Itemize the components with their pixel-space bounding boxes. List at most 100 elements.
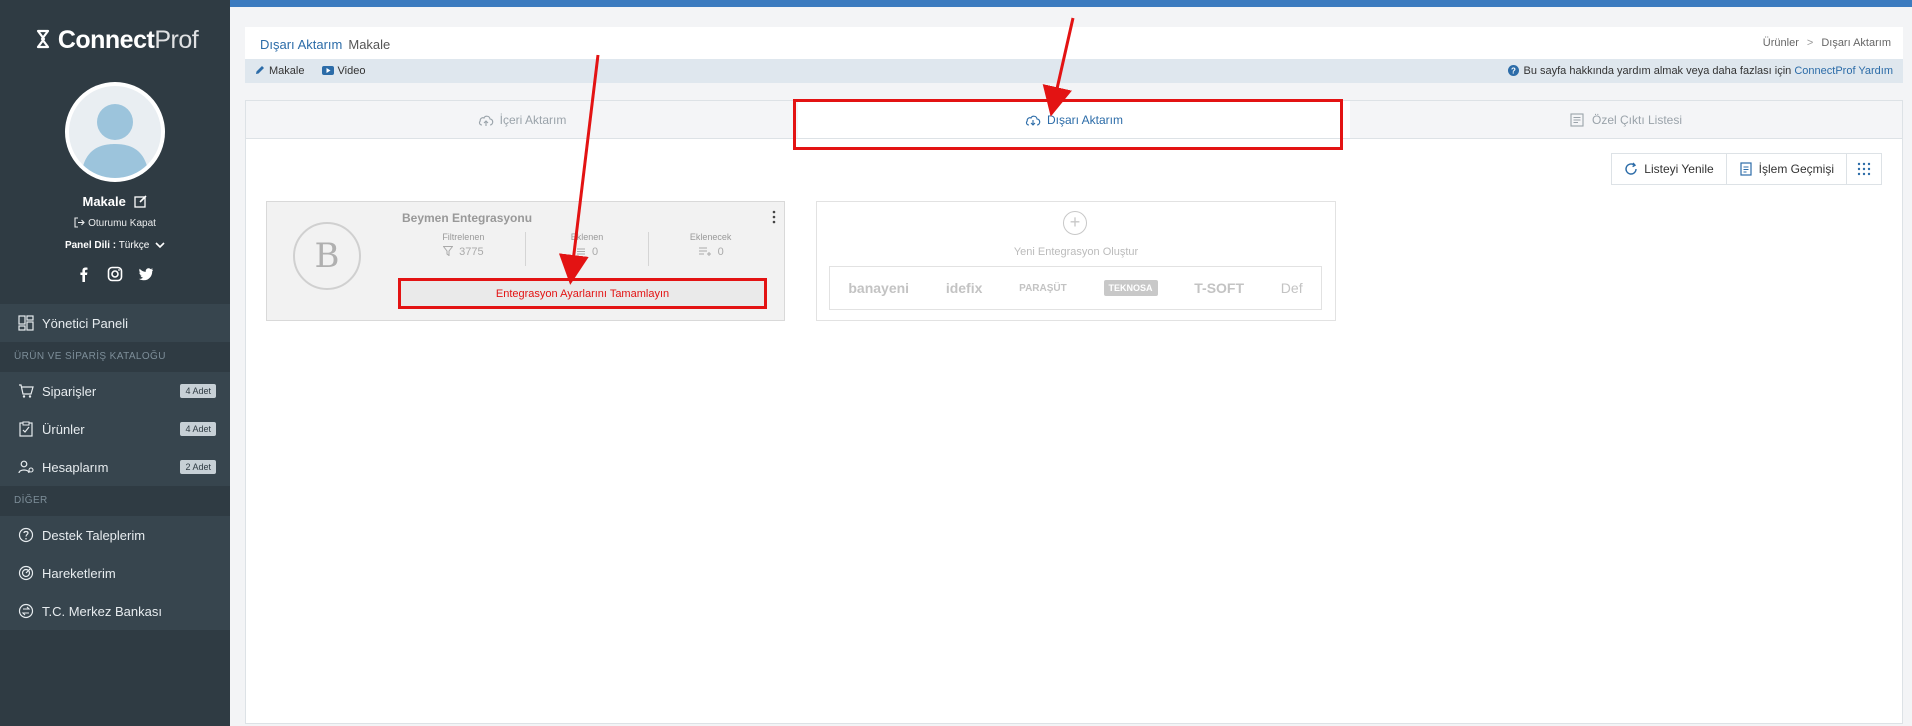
accounts-icon — [18, 459, 34, 475]
sidebar-item-movements[interactable]: Hareketlerim — [0, 554, 230, 592]
stat-label: Filtrelenen — [442, 232, 485, 242]
breadcrumb: Ürünler > Dışarı Aktarım — [1763, 37, 1891, 49]
marketplace-logo: T-SOFT — [1194, 280, 1245, 296]
stat-label: Eklenecek — [689, 232, 732, 242]
logout-link[interactable]: Oturumu Kapat — [0, 217, 230, 231]
sidebar-item-accounts[interactable]: Hesaplarım 2 Adet — [0, 448, 230, 486]
brand-bold: Connect — [57, 26, 155, 54]
stat-value: 0 — [717, 246, 724, 258]
grid-menu-button[interactable] — [1847, 154, 1881, 184]
article-link[interactable]: Makale — [255, 65, 308, 77]
brand-logo[interactable]: ConnectProf — [0, 26, 230, 58]
breadcrumb-products[interactable]: Ürünler — [1763, 37, 1799, 49]
integration-logo: B — [293, 222, 361, 290]
svg-text:?: ? — [1512, 66, 1517, 75]
sidebar-item-label: Destek Taleplerim — [42, 527, 146, 543]
panel-language-select[interactable]: Panel Dili : Türkçe — [0, 240, 230, 252]
panel-lang-value: Türkçe — [118, 240, 150, 251]
video-link[interactable]: Video — [321, 65, 366, 78]
count-badge: 2 Adet — [180, 460, 216, 474]
twitter-icon[interactable] — [138, 266, 154, 282]
top-accent-bar — [230, 0, 1912, 7]
sidebar-item-central-bank[interactable]: T.C. Merkez Bankası — [0, 592, 230, 630]
marketplace-carousel: banayeni idefix PARAŞÜT TEKNOSA T-SOFT D… — [829, 266, 1322, 310]
help-text-body: Bu sayfa hakkında yardım almak veya daha… — [1523, 65, 1792, 77]
brand-mark-icon — [32, 27, 54, 58]
video-icon — [321, 66, 334, 78]
article-link-text: Makale — [269, 65, 305, 77]
logout-icon — [74, 217, 85, 231]
breadcrumb-current: Dışarı Aktarım — [1821, 37, 1891, 49]
filter-icon — [442, 246, 454, 259]
history-button[interactable]: İşlem Geçmişi — [1727, 154, 1847, 184]
stat-to-add: Eklenecek 0 — [649, 232, 772, 266]
cloud-upload-icon — [478, 113, 494, 127]
sidebar-item-label: Hareketlerim — [42, 565, 116, 581]
new-integration-card[interactable]: + Yeni Entegrasyon Oluştur banayeni idef… — [816, 201, 1336, 321]
help-icon — [18, 527, 34, 543]
avatar[interactable] — [65, 82, 165, 182]
stack-icon — [576, 246, 586, 259]
page-subtitle: Makale — [348, 37, 391, 52]
user-name-text: Makale — [82, 194, 126, 209]
help-bar: Makale Video ? Bu sayfa hakkında yardım a… — [245, 59, 1903, 83]
video-link-text: Video — [337, 65, 366, 77]
refresh-list-button[interactable]: Listeyi Yenile — [1612, 154, 1727, 184]
breadcrumb-separator: > — [1806, 37, 1814, 49]
refresh-label: Listeyi Yenile — [1644, 162, 1714, 176]
count-badge: 4 Adet — [180, 422, 216, 436]
history-label: İşlem Geçmişi — [1758, 162, 1834, 176]
instagram-icon[interactable] — [107, 266, 123, 282]
kebab-menu-icon[interactable] — [772, 210, 776, 224]
brand-light: Prof — [154, 26, 199, 54]
stat-filtered: Filtrelenen 3775 — [402, 232, 526, 266]
dashboard-icon — [18, 315, 34, 331]
logout-text: Oturumu Kapat — [88, 218, 156, 229]
facebook-icon[interactable] — [76, 266, 92, 282]
count-badge: 4 Adet — [180, 384, 216, 398]
sidebar: ConnectProf Makale Oturumu Kapat Panel D… — [0, 0, 230, 726]
tab-label: İçeri Aktarım — [499, 112, 567, 127]
stat-added: Eklenen 0 — [526, 232, 650, 266]
list-icon — [1570, 112, 1586, 127]
sidebar-item-orders[interactable]: Siparişler 4 Adet — [0, 372, 230, 410]
stat-value: 3775 — [459, 246, 484, 258]
user-avatar-icon — [81, 104, 149, 178]
new-integration-label: Yeni Entegrasyon Oluştur — [1013, 246, 1139, 258]
sidebar-item-dashboard[interactable]: Yönetici Paneli — [0, 304, 230, 342]
sidebar-section-other: DİĞER — [0, 486, 230, 516]
social-links — [0, 266, 230, 282]
sidebar-item-label: Yönetici Paneli — [42, 315, 128, 331]
integration-card[interactable]: B Beymen Entegrasyonu Filtrelenen 3775 E… — [266, 201, 785, 321]
tab-import[interactable]: İçeri Aktarım — [246, 101, 798, 138]
clipboard-icon — [18, 421, 34, 437]
list-add-icon — [698, 246, 712, 259]
tab-label: Özel Çıktı Listesi — [1591, 112, 1683, 127]
cart-icon — [18, 383, 34, 399]
chevron-down-icon — [155, 241, 165, 252]
page-header: Dışarı Aktarım Makale Ürünler > Dışarı Akta… — [245, 27, 1903, 59]
pencil-icon — [255, 65, 265, 78]
integration-name: Beymen Entegrasyonu — [402, 211, 533, 225]
stat-value-row: 0 — [526, 246, 649, 259]
help-link[interactable]: ConnectProf Yardım — [1794, 65, 1893, 77]
plus-icon[interactable]: + — [1063, 211, 1087, 235]
marketplace-logo: banayeni — [848, 280, 910, 296]
page-title-text: Dışarı Aktarım — [260, 37, 343, 52]
sidebar-item-label: Ürünler — [42, 421, 85, 437]
page-title: Dışarı Aktarım Makale — [260, 37, 390, 52]
grid-icon — [1857, 162, 1871, 176]
edit-icon[interactable] — [133, 194, 148, 211]
highlight-box-tab — [793, 99, 1343, 150]
sidebar-item-products[interactable]: Ürünler 4 Adet — [0, 410, 230, 448]
sidebar-item-support[interactable]: Destek Taleplerim — [0, 516, 230, 554]
sidebar-item-label: Hesaplarım — [42, 459, 109, 475]
complete-settings-button[interactable]: Entegrasyon Ayarlarını Tamamlayın — [398, 278, 767, 309]
help-text: ? Bu sayfa hakkında yardım almak veya dah… — [1508, 65, 1893, 79]
sidebar-item-label: T.C. Merkez Bankası — [42, 603, 162, 619]
integration-stats: Filtrelenen 3775 Eklenen 0 Eklenecek 0 — [402, 232, 772, 266]
main-content: İçeri Aktarım Dışarı Aktarım Özel Çıktı … — [245, 100, 1903, 724]
stat-value-row: 3775 — [402, 246, 525, 259]
user-name: Makale — [0, 194, 230, 211]
tab-custom-output[interactable]: Özel Çıktı Listesi — [1350, 101, 1902, 138]
